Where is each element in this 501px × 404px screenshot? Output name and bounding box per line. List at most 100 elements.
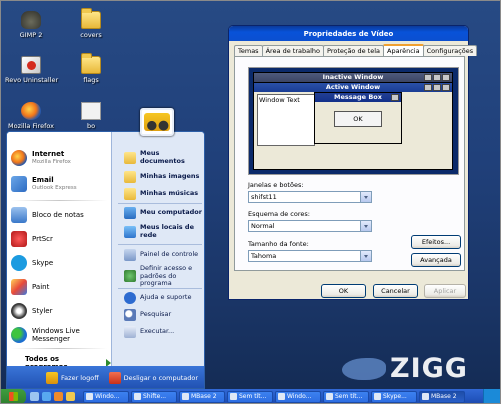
notepad-icon (11, 207, 27, 223)
recent-program[interactable]: Skype (11, 255, 109, 271)
folder-icon[interactable] (66, 392, 75, 401)
task-button[interactable]: MBase 2 (179, 390, 225, 403)
tab-aparencia[interactable]: Aparência (383, 44, 424, 56)
task-label: Shifte... (143, 393, 167, 400)
task-button[interactable]: Windo... (83, 390, 129, 403)
window-icon (86, 393, 93, 400)
desktop-icon-flags[interactable]: flags (65, 53, 117, 84)
task-buttons: Windo... Shifte... MBase 2 Sem tít... Wi… (83, 390, 465, 403)
chevron-down-icon[interactable] (360, 221, 371, 231)
task-button[interactable]: Skype... (371, 390, 417, 403)
start-menu-places: Meus documentos Minhas imagens Minhas mú… (111, 132, 204, 366)
place-label: Executar... (140, 327, 175, 336)
recent-label: Styler (32, 307, 53, 315)
pictures-icon (124, 171, 136, 183)
desktop-icon-label: Mozilla Firefox (8, 122, 54, 130)
place-label: Pesquisar (140, 310, 172, 319)
email-icon (11, 176, 27, 192)
paint-icon (11, 279, 27, 295)
place-label: Ajuda e suporte (140, 293, 192, 302)
watermark-text: ZIGG (390, 353, 468, 384)
task-button[interactable]: Windo... (275, 390, 321, 403)
recent-program[interactable]: Bloco de notas (11, 207, 109, 223)
place-label: Meu computador (140, 208, 202, 217)
task-button[interactable]: Sem tít... (323, 390, 369, 403)
desktop-icon-firefox[interactable]: Mozilla Firefox (5, 102, 57, 130)
tab-temas[interactable]: Temas (234, 45, 263, 56)
desktop-icon-label: GIMP 2 (19, 31, 43, 39)
desktop-icon-revo[interactable]: Revo Uninstaller (5, 56, 58, 84)
system-tray[interactable] (483, 389, 501, 404)
effects-button[interactable]: Efeitos... (411, 235, 461, 249)
skype-icon (374, 393, 381, 400)
advanced-button[interactable]: Avançada (411, 253, 461, 267)
dialog-tabs: Temas Área de trabalho Proteção de tela … (234, 44, 478, 56)
place-label: Minhas músicas (140, 189, 199, 198)
logoff-button[interactable]: Fazer logoff (46, 372, 99, 384)
chevron-down-icon[interactable] (360, 192, 371, 202)
place-item[interactable]: Meus locais de rede (124, 223, 204, 239)
desktop-icon-label: bo (86, 122, 96, 130)
task-button[interactable]: Sem tít... (227, 390, 273, 403)
dialog-title-bar[interactable]: Propriedades de Vídeo (229, 26, 468, 41)
folder-icon (81, 53, 101, 74)
chevron-down-icon[interactable] (360, 251, 371, 261)
recent-program[interactable]: Windows Live Messenger (11, 327, 109, 343)
place-item[interactable]: Definir acesso e padrões do programa (124, 264, 204, 288)
recent-program[interactable]: PrtScr (11, 231, 109, 247)
start-menu: Internet Mozilla Firefox Email Outlook Exp… (6, 131, 205, 389)
firefox-icon[interactable] (54, 392, 63, 401)
place-item[interactable]: Meu computador (124, 207, 204, 219)
place-label: Minhas imagens (140, 172, 200, 181)
desktop-icon-gimp[interactable]: GIMP 2 (5, 11, 57, 39)
user-avatar[interactable] (140, 108, 174, 136)
key-icon (46, 372, 59, 384)
place-item[interactable]: Executar... (124, 326, 204, 338)
shutdown-button[interactable]: Desligar o computador (108, 372, 198, 384)
ok-button[interactable]: OK (321, 284, 366, 298)
paint-icon (326, 393, 333, 400)
task-button[interactable]: MBase 2 (419, 390, 465, 403)
recent-label: PrtScr (32, 235, 53, 243)
recent-program[interactable]: Styler (11, 303, 109, 319)
divider (118, 288, 202, 289)
place-item[interactable]: Ajuda e suporte (124, 292, 204, 304)
task-label: MBase 2 (431, 393, 457, 400)
pinned-subtitle: Outlook Express (32, 185, 77, 191)
dialog-title: Propriedades de Vídeo (303, 29, 394, 38)
desktop-icon-bo[interactable]: bo (65, 102, 117, 130)
color-scheme-select[interactable]: Normal (248, 220, 372, 232)
user-picture-icon (144, 113, 170, 131)
color-scheme-label: Esquema de cores: (248, 210, 310, 218)
tab-protecao-de-tela[interactable]: Proteção de tela (323, 45, 385, 56)
program-defaults-icon (124, 270, 136, 283)
start-menu-footer: Fazer logoff Desligar o computador (7, 366, 204, 388)
recent-program[interactable]: Paint (11, 279, 109, 295)
internet-explorer-icon[interactable] (42, 392, 51, 401)
windows-buttons-select[interactable]: shifst11 (248, 191, 372, 203)
place-item[interactable]: Pesquisar (124, 309, 204, 321)
desktop-icon-label: flags (83, 76, 99, 84)
desktop-icon-covers[interactable]: covers (65, 8, 117, 39)
tab-configuracoes[interactable]: Configurações (422, 45, 478, 56)
apply-button[interactable]: Aplicar (424, 284, 466, 298)
place-item[interactable]: Meus documentos (124, 149, 204, 165)
place-item[interactable]: Minhas músicas (124, 188, 204, 200)
tab-area-de-trabalho[interactable]: Área de trabalho (261, 45, 325, 56)
preview-ok-button: OK (334, 111, 382, 127)
window-icon (278, 393, 285, 400)
start-button[interactable] (0, 389, 26, 404)
font-size-select[interactable]: Tahoma (248, 250, 372, 262)
inactive-window-title: Inactive Window (322, 73, 384, 81)
place-item[interactable]: Minhas imagens (124, 171, 204, 183)
cancel-button[interactable]: Cancelar (373, 284, 418, 298)
place-item[interactable]: Painel de controle (124, 249, 204, 261)
pinned-internet[interactable]: Internet Mozilla Firefox (11, 150, 109, 166)
show-desktop-icon[interactable] (30, 392, 39, 401)
appearance-pane: Inactive Window Active Window Window Tex… (234, 56, 465, 271)
pinned-title: Internet (32, 150, 65, 158)
desktop-icon-label: covers (80, 31, 102, 39)
task-button[interactable]: Shifte... (131, 390, 177, 403)
task-label: Windo... (95, 393, 120, 400)
pinned-email[interactable]: Email Outlook Express (11, 176, 109, 192)
